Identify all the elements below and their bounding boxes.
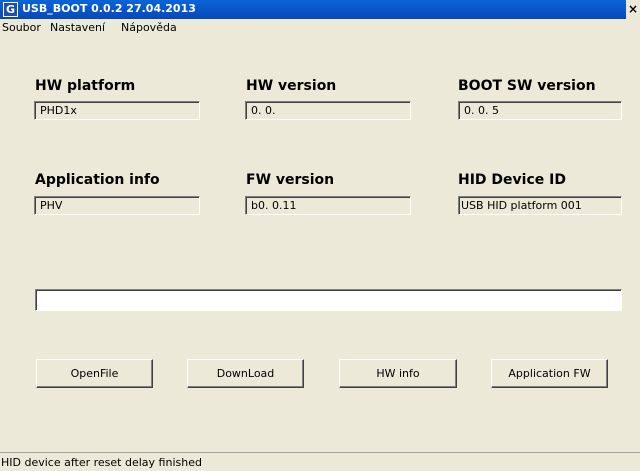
- title-bar[interactable]: G USB_BOOT 0.0.2 27.04.2013 ×: [0, 0, 640, 19]
- hid-device-id-field: USB HID platform 001: [458, 196, 622, 215]
- close-button[interactable]: ×: [626, 0, 640, 19]
- main-window: G USB_BOOT 0.0.2 27.04.2013 × Soubor Nas…: [0, 0, 640, 471]
- application-fw-button[interactable]: Application FW: [491, 359, 608, 388]
- menu-napoveda[interactable]: Nápověda: [121, 21, 177, 34]
- open-file-button[interactable]: OpenFile: [36, 359, 153, 388]
- hw-version-label: HW version: [246, 78, 337, 94]
- hw-version-field: 0. 0.: [245, 101, 411, 120]
- boot-sw-version-label: BOOT SW version: [458, 78, 596, 94]
- status-text: HID device after reset delay finished: [1, 456, 202, 469]
- application-info-field: PHV: [34, 196, 200, 215]
- menu-nastaveni[interactable]: Nastavení: [50, 21, 105, 34]
- application-info-label: Application info: [35, 172, 160, 188]
- status-bar: HID device after reset delay finished: [0, 452, 640, 471]
- hw-platform-label: HW platform: [35, 78, 136, 94]
- boot-sw-version-field: 0. 0. 5: [458, 101, 622, 120]
- fw-version-label: FW version: [246, 172, 335, 188]
- window-title: USB_BOOT 0.0.2 27.04.2013: [22, 2, 196, 15]
- fw-version-field: b0. 0.11: [245, 196, 411, 215]
- hid-device-id-label: HID Device ID: [458, 172, 566, 188]
- hw-info-button[interactable]: HW info: [339, 359, 457, 388]
- menu-bar: Soubor Nastavení Nápověda: [0, 20, 640, 38]
- app-icon: G: [3, 2, 18, 17]
- download-button[interactable]: DownLoad: [187, 359, 304, 388]
- hw-platform-field: PHD1x: [34, 101, 200, 120]
- progress-bar: [35, 289, 622, 311]
- menu-soubor[interactable]: Soubor: [2, 21, 41, 34]
